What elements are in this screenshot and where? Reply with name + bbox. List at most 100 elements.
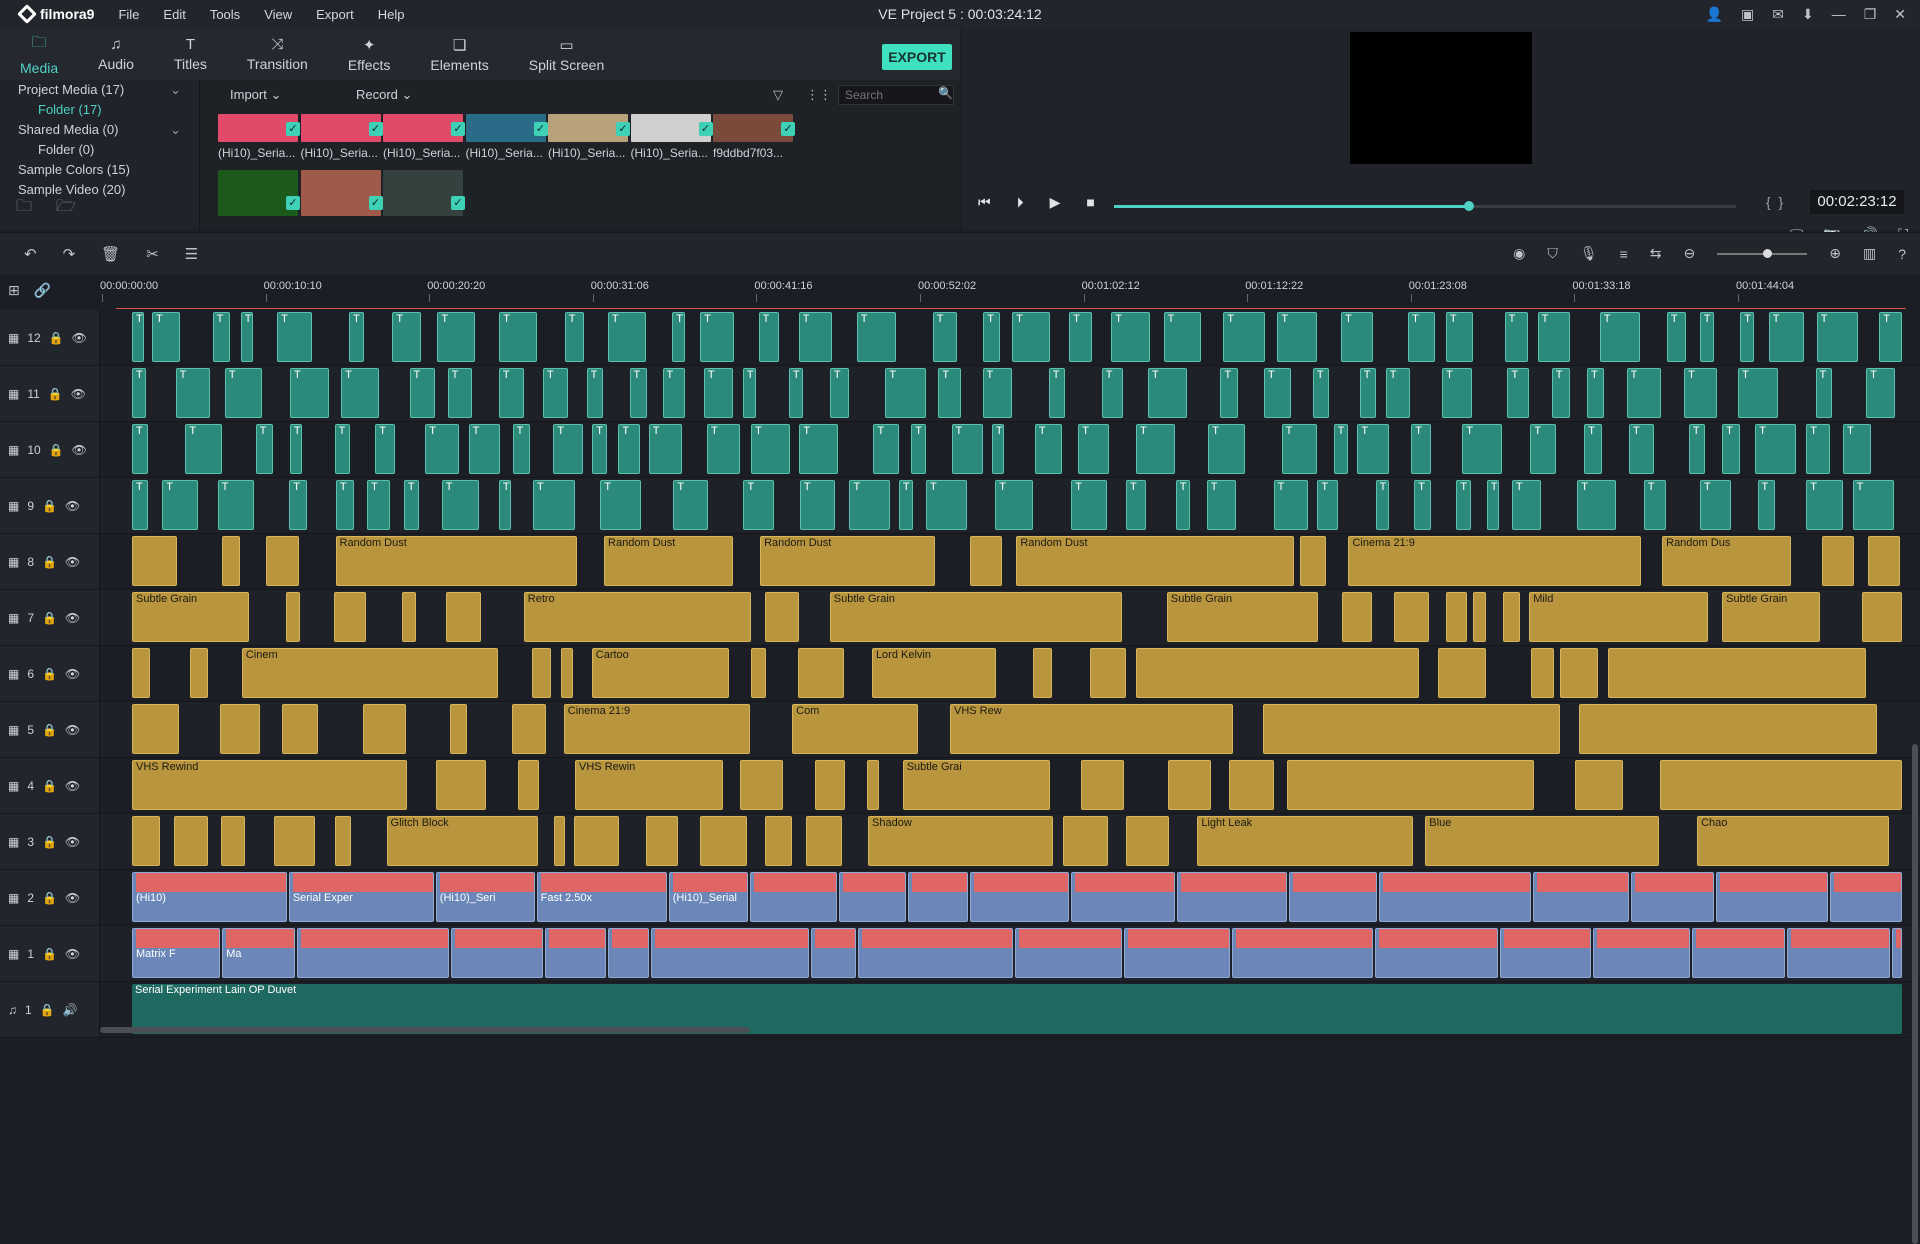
cut-icon[interactable]: ✂ <box>146 245 159 263</box>
title-clip[interactable]: T <box>751 424 791 474</box>
tab-split-screen[interactable]: ▭ Split Screen <box>509 28 624 80</box>
title-clip[interactable]: T <box>1411 424 1432 474</box>
media-thumbnail[interactable]: ✓ <box>218 170 300 240</box>
tab-media[interactable]: 🗀 Media <box>0 28 78 80</box>
effect-clip[interactable] <box>281 704 319 754</box>
video-clip[interactable] <box>1177 872 1287 922</box>
eye-icon[interactable]: 👁 <box>72 331 87 345</box>
eye-icon[interactable]: 👁 <box>65 611 80 625</box>
lock-icon[interactable]: 🔒 <box>42 723 57 737</box>
sidebar-item[interactable]: Shared Media (0) ⌄ <box>0 120 199 140</box>
effect-clip[interactable] <box>220 816 245 866</box>
title-clip[interactable]: T <box>1688 424 1706 474</box>
zoom-slider[interactable] <box>1717 248 1808 258</box>
title-clip[interactable]: T <box>1078 424 1109 474</box>
sidebar-item[interactable]: Folder (17) <box>0 100 199 120</box>
effect-clip[interactable] <box>132 536 178 586</box>
title-clip[interactable]: T <box>392 312 422 362</box>
chevron-down-icon[interactable]: ⌄ <box>170 120 181 140</box>
effect-clip[interactable] <box>1286 760 1535 810</box>
lock-icon[interactable]: 🔒 <box>42 667 57 681</box>
video-clip[interactable] <box>1830 872 1902 922</box>
title-clip[interactable]: T <box>898 480 914 530</box>
eye-icon[interactable]: 👁 <box>65 555 80 569</box>
title-clip[interactable]: T <box>334 424 350 474</box>
title-clip[interactable]: T <box>1587 368 1605 418</box>
video-clip[interactable]: (Hi10)_Serial <box>668 872 749 922</box>
title-clip[interactable]: T <box>788 368 804 418</box>
media-thumbnail[interactable]: ✓ (Hi10)_Seria... <box>630 114 713 184</box>
stop-icon[interactable]: ■ <box>1086 194 1094 211</box>
title-clip[interactable]: T <box>498 368 524 418</box>
title-clip[interactable]: T <box>1445 312 1473 362</box>
track-lane[interactable]: Glitch Block Shadow Light Leak Blue Chao <box>102 816 1912 868</box>
lock-icon[interactable]: 🔒 <box>40 1003 55 1017</box>
mail-icon[interactable]: ✉ <box>1772 6 1784 23</box>
effect-clip[interactable]: Retro <box>523 592 752 642</box>
effect-clip[interactable]: Cinema 21:9 <box>563 704 751 754</box>
effect-clip[interactable] <box>645 816 679 866</box>
zoom-in-icon[interactable]: ⊕ <box>1829 245 1841 262</box>
title-clip[interactable]: T <box>1879 312 1902 362</box>
title-clip[interactable]: T <box>1208 424 1246 474</box>
search-icon[interactable]: 🔍 <box>938 86 953 100</box>
lock-icon[interactable]: 🔒 <box>49 331 64 345</box>
title-clip[interactable]: T <box>185 424 223 474</box>
title-clip[interactable]: T <box>799 424 838 474</box>
title-clip[interactable]: T <box>289 480 308 530</box>
effect-clip[interactable] <box>1559 648 1599 698</box>
eye-icon[interactable]: 👁 <box>65 667 80 681</box>
title-clip[interactable]: T <box>1462 424 1502 474</box>
preview-scrubber[interactable] <box>1114 201 1736 211</box>
title-clip[interactable]: T <box>533 480 575 530</box>
effect-clip[interactable] <box>553 816 566 866</box>
eye-icon[interactable]: 👁 <box>65 891 80 905</box>
track-lane[interactable]: TTTTTTTTTTTTTTTTTTTTTTTTTTTTTTTTTTT <box>102 480 1912 532</box>
media-thumbnail[interactable]: ✓ <box>383 170 465 240</box>
eye-icon[interactable]: 👁 <box>65 835 80 849</box>
title-clip[interactable]: T <box>277 312 313 362</box>
audio-mixer-icon[interactable]: ≡ <box>1620 246 1628 262</box>
effect-clip[interactable] <box>1659 760 1902 810</box>
title-clip[interactable]: T <box>1136 424 1175 474</box>
title-clip[interactable]: T <box>932 312 957 362</box>
eye-icon[interactable]: 👁 <box>65 723 80 737</box>
title-clip[interactable]: T <box>212 312 230 362</box>
effect-clip[interactable] <box>1032 648 1052 698</box>
add-track-icon[interactable]: ⊞ <box>8 282 20 299</box>
title-clip[interactable]: T <box>592 424 607 474</box>
title-clip[interactable]: T <box>1722 424 1741 474</box>
title-clip[interactable]: T <box>925 480 968 530</box>
record-button[interactable]: Record ⌄ <box>356 87 412 103</box>
effect-clip[interactable] <box>285 592 301 642</box>
title-clip[interactable]: T <box>335 480 354 530</box>
title-clip[interactable]: T <box>1740 312 1755 362</box>
effect-clip[interactable] <box>1438 648 1487 698</box>
video-clip[interactable] <box>810 928 856 978</box>
tab-transition[interactable]: ⤨ Transition <box>227 28 328 80</box>
track-lane[interactable]: VHS Rewind VHS Rewin Subtle Grai <box>102 760 1912 812</box>
video-clip[interactable]: Ma <box>222 928 295 978</box>
scrubber-handle[interactable] <box>1463 201 1474 211</box>
delete-icon[interactable]: 🗑 <box>101 245 120 263</box>
title-clip[interactable]: T <box>1815 368 1832 418</box>
link-icon[interactable]: 🔗 <box>34 282 51 299</box>
effect-clip[interactable] <box>574 816 619 866</box>
title-clip[interactable]: T <box>1263 368 1292 418</box>
title-clip[interactable]: T <box>1333 424 1349 474</box>
effect-clip[interactable] <box>806 816 842 866</box>
effect-clip[interactable] <box>190 648 209 698</box>
effect-clip[interactable]: Cinem <box>241 648 498 698</box>
title-clip[interactable]: T <box>1442 368 1472 418</box>
effect-clip[interactable] <box>739 760 783 810</box>
effect-clip[interactable] <box>265 536 300 586</box>
redo-icon[interactable]: ↷ <box>63 245 76 263</box>
undo-icon[interactable]: ↶ <box>24 245 37 263</box>
effect-clip[interactable] <box>1473 592 1486 642</box>
video-clip[interactable] <box>750 872 838 922</box>
title-clip[interactable]: T <box>758 312 779 362</box>
snapshot-split-icon[interactable]: ⇆ <box>1650 245 1662 262</box>
title-clip[interactable]: T <box>586 368 603 418</box>
title-clip[interactable]: T <box>240 312 253 362</box>
track-lane[interactable]: Cinema 21:9 Com VHS Rew <box>102 704 1912 756</box>
